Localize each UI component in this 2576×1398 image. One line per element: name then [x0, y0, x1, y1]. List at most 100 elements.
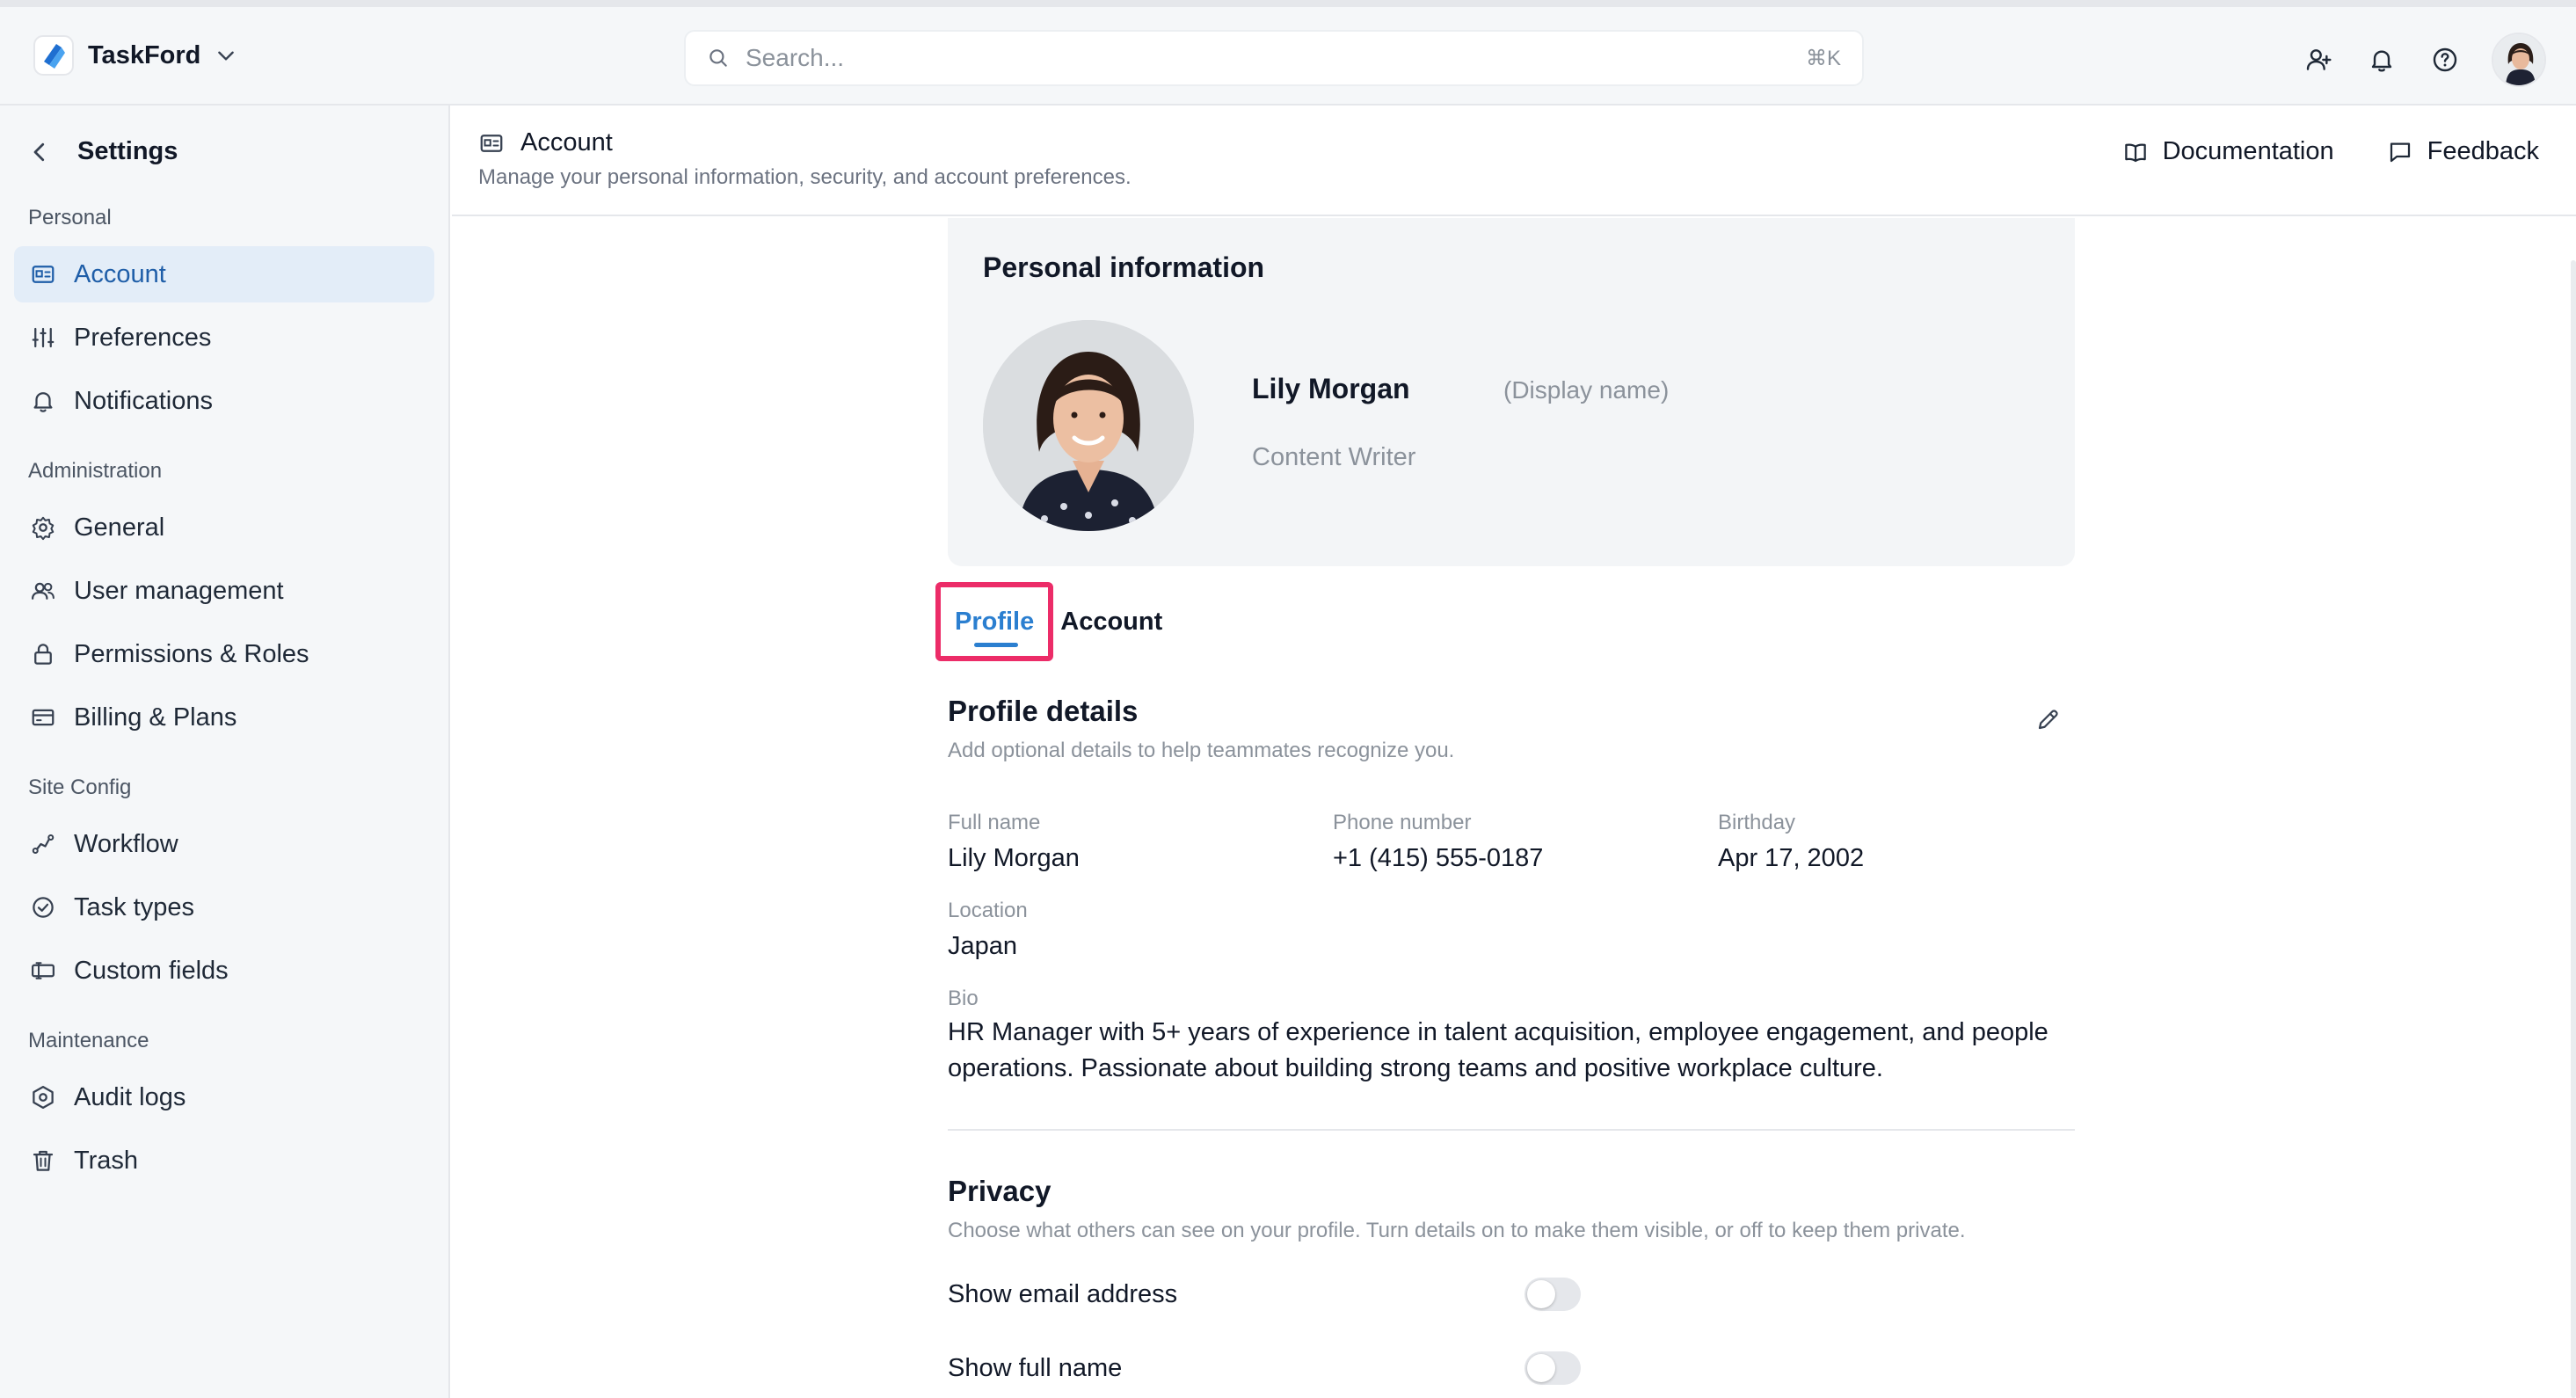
full-name-label: Full name: [948, 811, 1041, 834]
sidebar-item-label: Notifications: [74, 386, 213, 415]
page-title-text: Account: [520, 128, 613, 157]
display-name-hint: (Display name): [1503, 376, 1670, 404]
sliders-icon: [30, 324, 56, 351]
sidebar-item-trash[interactable]: Trash: [14, 1132, 434, 1189]
sidebar-item-label: Custom fields: [74, 956, 229, 985]
profile-details-subtitle: Add optional details to help teammates r…: [948, 739, 1455, 762]
id-card-icon: [30, 261, 56, 288]
gear-icon: [30, 514, 56, 541]
profile-tabs: Profile Account: [935, 582, 1162, 661]
trash-icon: [30, 1147, 56, 1174]
workflow-icon: [30, 831, 56, 857]
phone-value: +1 (415) 555-0187: [1333, 844, 1544, 872]
tab-profile-label: Profile: [955, 607, 1035, 636]
privacy-row-email: Show email address: [948, 1275, 1581, 1314]
sidebar-item-label: Task types: [74, 892, 194, 921]
group-personal: Personal: [28, 206, 112, 229]
sidebar-item-account[interactable]: Account: [14, 246, 434, 302]
sidebar-item-label: Audit logs: [74, 1082, 186, 1111]
settings-sidebar: Settings Personal Account Preferences No…: [0, 106, 450, 1398]
sidebar-title: Settings: [77, 137, 178, 165]
main-content: Personal information Lily Morgan (Displa…: [452, 218, 2576, 1398]
content-scrollbar[interactable]: [2571, 260, 2576, 1398]
toggle-knob: [1527, 1354, 1555, 1382]
search-shortcut: ⌘K: [1805, 46, 1841, 70]
page-header: Account Manage your personal information…: [452, 106, 2576, 216]
feedback-link[interactable]: Feedback: [2387, 137, 2539, 166]
location-label: Location: [948, 899, 1028, 922]
input-field-icon: [30, 957, 56, 984]
group-maintenance: Maintenance: [28, 1029, 149, 1052]
search-icon: [707, 47, 730, 69]
group-administration: Administration: [28, 459, 163, 483]
top-bar: TaskFord ⌘K: [0, 0, 2576, 106]
personal-information-title: Personal information: [983, 251, 1265, 283]
sidebar-item-task-types[interactable]: Task types: [14, 879, 434, 936]
toggle-knob: [1527, 1280, 1555, 1308]
show-email-toggle[interactable]: [1524, 1278, 1581, 1311]
book-open-icon: [2122, 139, 2149, 165]
location-value: Japan: [948, 932, 1018, 960]
sidebar-item-notifications[interactable]: Notifications: [14, 373, 434, 429]
show-email-label: Show email address: [948, 1279, 1178, 1308]
group-site-config: Site Config: [28, 775, 132, 799]
show-full-name-toggle[interactable]: [1524, 1351, 1581, 1385]
chevron-left-icon: [26, 139, 53, 165]
pencil-icon: [2035, 706, 2062, 732]
birthday-value: Apr 17, 2002: [1718, 844, 1865, 872]
profile-name: Lily Morgan: [1252, 373, 1410, 404]
workspace-switcher[interactable]: TaskFord: [33, 33, 237, 77]
bell-icon[interactable]: [2365, 43, 2398, 76]
personal-information-card: Personal information Lily Morgan (Displa…: [948, 218, 2075, 566]
show-full-name-label: Show full name: [948, 1353, 1123, 1382]
user-avatar[interactable]: [2492, 33, 2546, 87]
sidebar-item-custom-fields[interactable]: Custom fields: [14, 943, 434, 999]
phone-label: Phone number: [1333, 811, 1472, 834]
feedback-label: Feedback: [2427, 137, 2539, 165]
search-bar[interactable]: ⌘K: [684, 30, 1864, 86]
credit-card-icon: [30, 704, 56, 731]
full-name-value: Lily Morgan: [948, 844, 1080, 872]
header-links: Documentation Feedback: [2122, 137, 2539, 166]
sidebar-item-label: Workflow: [74, 829, 178, 858]
sidebar-item-general[interactable]: General: [14, 499, 434, 556]
documentation-label: Documentation: [2162, 137, 2334, 165]
sidebar-item-preferences[interactable]: Preferences: [14, 309, 434, 366]
bell-icon: [30, 388, 56, 414]
sidebar-item-billing[interactable]: Billing & Plans: [14, 689, 434, 746]
privacy-title: Privacy: [948, 1175, 1052, 1207]
sidebar-item-workflow[interactable]: Workflow: [14, 816, 434, 872]
bio-label: Bio: [948, 987, 979, 1010]
sidebar-item-user-management[interactable]: User management: [14, 563, 434, 619]
privacy-subtitle: Choose what others can see on your profi…: [948, 1219, 1966, 1242]
profile-photo[interactable]: [983, 320, 1194, 531]
sidebar-item-label: Billing & Plans: [74, 703, 237, 732]
add-user-icon[interactable]: [2302, 43, 2335, 76]
edit-profile-button[interactable]: [2033, 703, 2064, 735]
app-name: TaskFord: [88, 40, 201, 69]
message-square-icon: [2387, 139, 2413, 165]
sidebar-item-label: General: [74, 513, 165, 542]
tab-active-indicator: [974, 643, 1018, 647]
top-actions: [2302, 32, 2546, 88]
taskford-logo-icon: [33, 35, 74, 76]
help-icon[interactable]: [2428, 43, 2462, 76]
profile-role: Content Writer: [1252, 443, 1416, 471]
sidebar-item-label: User management: [74, 576, 284, 605]
page-title: Account: [478, 128, 613, 157]
tab-profile[interactable]: Profile: [935, 582, 1054, 661]
birthday-label: Birthday: [1718, 811, 1796, 834]
sidebar-item-audit-logs[interactable]: Audit logs: [14, 1069, 434, 1125]
tab-account[interactable]: Account: [1053, 608, 1162, 637]
search-input[interactable]: [746, 44, 1806, 72]
check-circle-icon: [30, 894, 56, 921]
sidebar-item-label: Preferences: [74, 323, 212, 352]
sidebar-item-label: Trash: [74, 1146, 139, 1175]
profile-details-title: Profile details: [948, 695, 1139, 727]
documentation-link[interactable]: Documentation: [2122, 137, 2334, 166]
section-divider: [948, 1129, 2075, 1131]
sidebar-item-label: Permissions & Roles: [74, 639, 309, 668]
sidebar-item-permissions[interactable]: Permissions & Roles: [14, 626, 434, 682]
privacy-row-full-name: Show full name: [948, 1349, 1581, 1387]
settings-back-button[interactable]: Settings: [26, 137, 178, 166]
